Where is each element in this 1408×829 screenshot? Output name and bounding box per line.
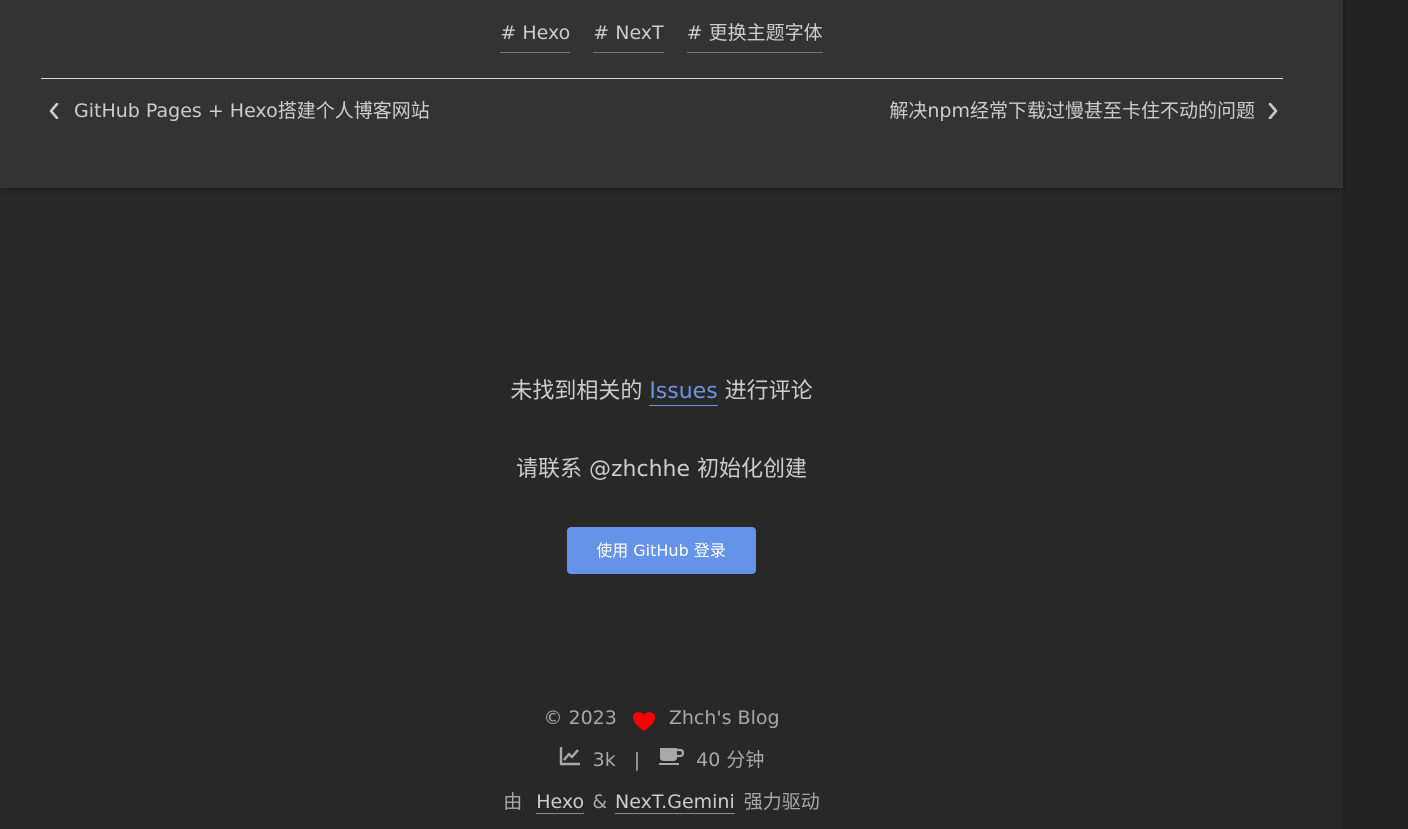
notice-text-before: 未找到相关的 [510,379,650,404]
powered-by-row: 由 Hexo & NexT.Gemini 强力驱动 [0,781,1323,823]
chevron-left-icon [46,96,64,126]
theme-link[interactable]: NexT.Gemini [615,791,735,814]
site-footer: © 2023 Zhch's Blog 3k | 40 分钟 由 Hexo & N… [0,697,1323,823]
stats-row: 3k | 40 分钟 [0,739,1323,781]
post-tags: # Hexo # NexT # 更换主题字体 [0,18,1323,53]
comments-notice: 未找到相关的 Issues 进行评论 [0,370,1323,414]
contact-notice: 请联系 @zhchhe 初始化创建 [516,457,807,482]
chevron-right-icon [1265,96,1283,126]
hexo-link[interactable]: Hexo [536,791,585,814]
tag-change-font[interactable]: # 更换主题字体 [686,18,823,53]
post-footer-card: # Hexo # NexT # 更换主题字体 GitHub Pages + He… [0,0,1343,188]
next-post-link[interactable]: 解决npm经常下载过慢甚至卡住不动的问题 [889,96,1283,126]
tag-next[interactable]: # NexT [593,18,664,53]
issues-link[interactable]: Issues [649,379,718,406]
prev-post-link[interactable]: GitHub Pages + Hexo搭建个人博客网站 [46,96,430,126]
github-login-button[interactable]: 使用 GitHub 登录 [566,527,756,574]
tag-hexo[interactable]: # Hexo [500,18,571,53]
coffee-icon [658,741,685,779]
next-post-title: 解决npm经常下载过慢甚至卡住不动的问题 [889,100,1255,122]
ampersand: & [592,791,608,813]
copyright-row: © 2023 Zhch's Blog [0,697,1323,739]
heart-icon [631,707,657,731]
powered-suffix: 强力驱动 [743,791,820,813]
chart-line-icon [559,741,581,779]
right-gutter [1343,0,1408,829]
stats-separator: | [633,749,641,771]
prev-post-title: GitHub Pages + Hexo搭建个人博客网站 [74,100,430,122]
read-time: 40 分钟 [696,749,765,771]
copyright-text: © 2023 [543,707,617,729]
notice-text-after: 进行评论 [717,379,813,404]
comments-section: 未找到相关的 Issues 进行评论 请联系 @zhchhe 初始化创建 使用 … [0,370,1323,574]
site-name: Zhch's Blog [668,707,780,729]
post-nav-divider [41,78,1283,79]
word-count: 3k [592,749,616,771]
powered-prefix: 由 [503,791,523,813]
